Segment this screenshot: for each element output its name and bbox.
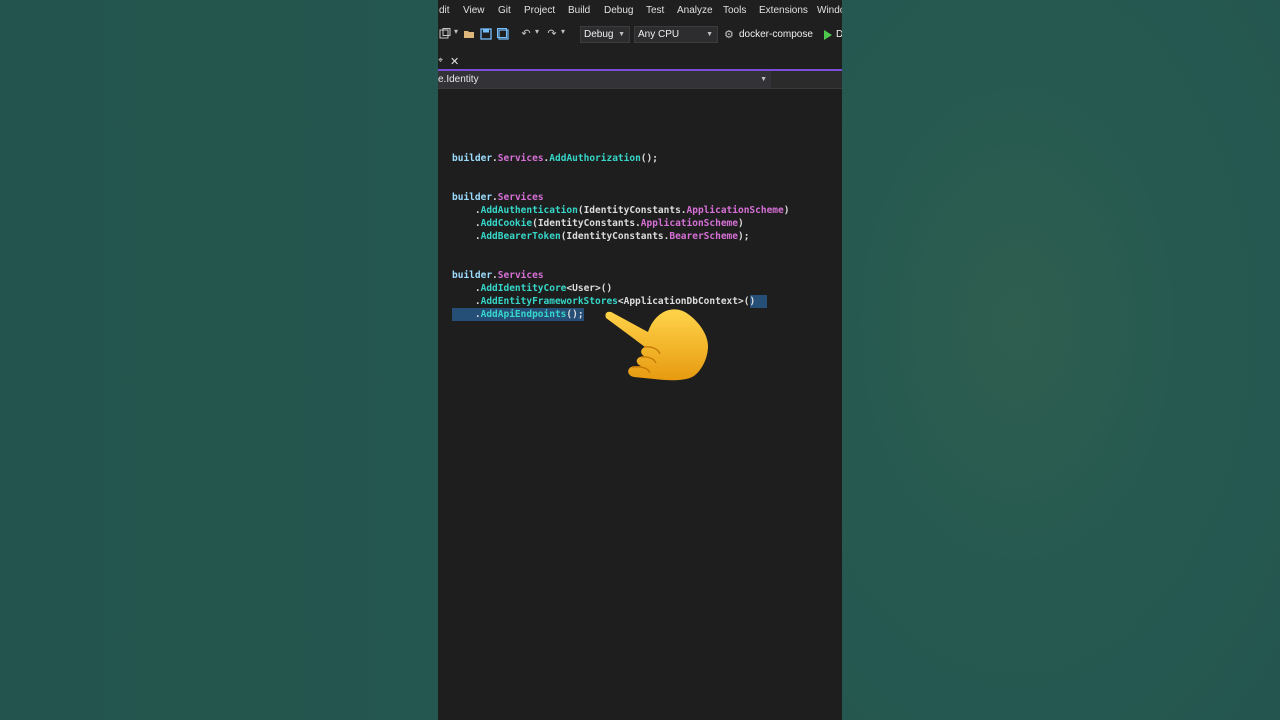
code-token: AddIdentityCore — [480, 283, 567, 294]
gear-icon[interactable]: ⚙ — [724, 28, 734, 41]
startup-project-label[interactable]: docker-compose — [739, 29, 813, 40]
code-line: .AddCookie(IdentityConstants.Application… — [452, 217, 744, 230]
code-line: .AddAuthentication(IdentityConstants.App… — [452, 204, 790, 217]
visual-studio-window: dit View Git Project Build Debug Test An… — [438, 0, 842, 720]
new-project-dropdown-icon[interactable]: ▾ — [454, 27, 458, 36]
play-icon[interactable] — [824, 30, 832, 40]
solution-platform-select[interactable]: Any CPU ▼ — [634, 26, 718, 43]
menu-edit[interactable]: dit — [439, 5, 450, 16]
code-token: (IdentityConstants. — [577, 205, 687, 216]
code-token: AddBearerToken — [480, 231, 561, 242]
solution-platform-value: Any CPU — [638, 29, 680, 40]
menu-view[interactable]: View — [463, 5, 485, 16]
new-project-icon[interactable] — [439, 28, 451, 40]
chevron-down-icon: ▼ — [618, 31, 625, 38]
code-token: (); — [640, 153, 658, 164]
pointing-hand-icon — [605, 309, 708, 381]
code-line: .AddIdentityCore<User>() — [452, 282, 612, 295]
code-token: (); — [566, 309, 584, 320]
code-token: Services — [497, 192, 544, 203]
code-token: builder — [452, 153, 493, 164]
chevron-down-icon: ▼ — [706, 31, 713, 38]
code-token: Services — [497, 153, 544, 164]
redo-dropdown-icon[interactable]: ▾ — [561, 27, 565, 36]
menu-tools[interactable]: Tools — [723, 5, 746, 16]
code-line: builder.Services — [452, 269, 544, 282]
code-token: . — [452, 205, 481, 216]
undo-dropdown-icon[interactable]: ▾ — [535, 27, 539, 36]
code-token: . — [452, 309, 481, 320]
solution-configuration-select[interactable]: Debug ▼ — [580, 26, 630, 43]
code-token: . — [452, 283, 481, 294]
code-line: .AddApiEndpoints(); — [452, 308, 584, 321]
code-token: AddApiEndpoints — [480, 309, 567, 320]
background-right — [842, 0, 1280, 720]
redo-icon[interactable]: ↷ — [546, 28, 558, 40]
code-token: ) — [738, 218, 744, 229]
save-all-icon[interactable] — [497, 28, 509, 40]
code-token: <User>() — [566, 283, 613, 294]
menu-git[interactable]: Git — [498, 5, 511, 16]
menu-analyze[interactable]: Analyze — [677, 5, 713, 16]
code-token: AddCookie — [480, 218, 533, 229]
code-line: .AddBearerToken(IdentityConstants.Bearer… — [452, 230, 750, 243]
pin-icon[interactable]: ⌖ — [438, 56, 443, 66]
code-token: (IdentityConstants. — [560, 231, 670, 242]
code-line: builder.Services — [452, 191, 544, 204]
menu-bar: dit View Git Project Build Debug Test An… — [438, 0, 842, 24]
menu-window[interactable]: Windo — [817, 5, 842, 16]
document-tab-bar: ⌖ ✕ — [438, 54, 842, 70]
code-line: builder.Services.AddAuthorization(); — [452, 152, 658, 165]
code-token: AddAuthentication — [480, 205, 578, 216]
code-token: ApplicationScheme — [640, 218, 738, 229]
code-token: builder — [452, 192, 493, 203]
code-token: ); — [738, 231, 750, 242]
project-scope-value: e.Identity — [438, 74, 479, 85]
close-icon[interactable]: ✕ — [450, 55, 459, 68]
code-token: builder — [452, 270, 493, 281]
code-token: (IdentityConstants. — [532, 218, 641, 229]
code-token: . — [452, 218, 481, 229]
code-token: AddAuthorization — [549, 153, 641, 164]
open-folder-icon[interactable] — [463, 28, 475, 40]
solution-configuration-value: Debug — [584, 29, 614, 40]
menu-project[interactable]: Project — [524, 5, 555, 16]
code-editor[interactable]: builder.Services.AddAuthorization(); bui… — [438, 89, 842, 720]
code-token: . — [452, 231, 481, 242]
toolbar: ▾ ↶ ▾ ↷ ▾ Debug ▼ Any CPU ▼ ⚙ docker-com… — [438, 24, 842, 46]
save-icon[interactable] — [480, 28, 492, 40]
menu-extensions[interactable]: Extensions — [759, 5, 808, 16]
code-token: AddEntityFrameworkStores — [480, 296, 618, 307]
start-debugging-button[interactable]: D — [836, 29, 842, 40]
menu-debug[interactable]: Debug — [604, 5, 633, 16]
code-token: Services — [497, 270, 544, 281]
menu-build[interactable]: Build — [568, 5, 590, 16]
toolbar-separator — [438, 46, 842, 54]
background-left — [0, 0, 438, 720]
code-token: ) — [783, 205, 790, 216]
project-scope-select[interactable]: e.Identity ▼ — [438, 71, 771, 88]
menu-test[interactable]: Test — [646, 5, 664, 16]
code-token: BearerScheme — [669, 231, 738, 242]
navigation-bar: e.Identity ▼ — [438, 71, 842, 89]
undo-icon[interactable]: ↶ — [520, 28, 532, 40]
chevron-down-icon: ▼ — [760, 76, 767, 83]
code-token: . — [452, 296, 481, 307]
code-token: ApplicationScheme — [686, 205, 784, 216]
